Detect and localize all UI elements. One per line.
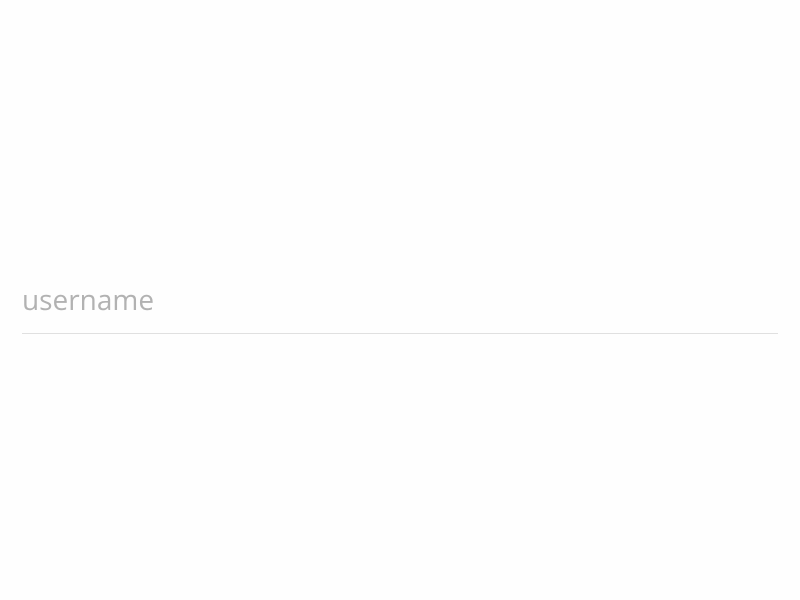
form-container: [0, 267, 800, 334]
username-input[interactable]: [22, 267, 778, 334]
